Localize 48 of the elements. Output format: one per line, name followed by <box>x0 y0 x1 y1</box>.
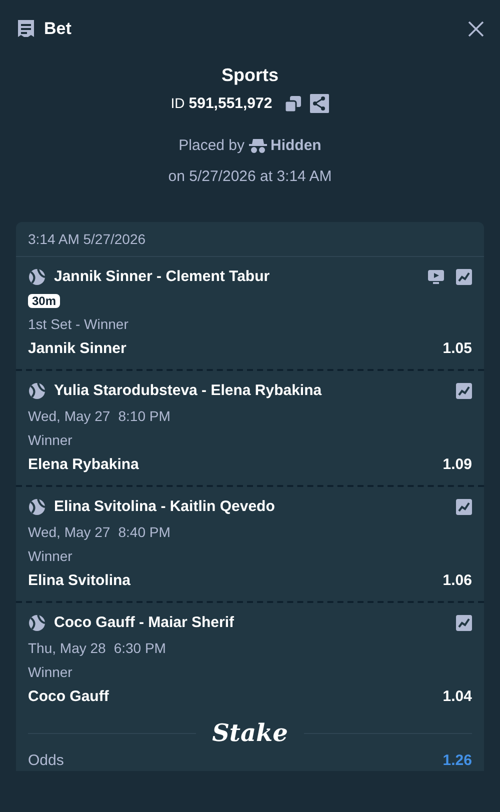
match-title[interactable]: Coco Gauff - Maiar Sherif <box>54 613 448 633</box>
live-stream-icon[interactable] <box>428 269 444 285</box>
stats-chart-icon[interactable] <box>456 269 472 285</box>
placed-date: on 5/27/2026 at 3:14 AM <box>168 166 332 186</box>
leg-odds: 1.05 <box>442 339 472 359</box>
tennis-ball-icon <box>28 268 46 286</box>
selection-name: Jannik Sinner <box>28 339 126 359</box>
selection-name: Elena Rybakina <box>28 455 139 475</box>
tennis-ball-icon <box>28 382 46 400</box>
tennis-ball-icon <box>28 498 46 516</box>
close-icon[interactable] <box>468 20 484 37</box>
stats-chart-icon[interactable] <box>456 615 472 631</box>
event-time: 8:10 PM <box>118 407 170 425</box>
total-odds: 1.26 <box>442 751 472 771</box>
copy-icon[interactable] <box>284 94 302 113</box>
stats-chart-icon[interactable] <box>456 499 472 515</box>
dialog-title: Bet <box>44 18 72 40</box>
brand-logo: Stake <box>211 717 289 749</box>
leg-odds: 1.04 <box>442 687 472 707</box>
event-date: Wed, May 27 <box>28 407 110 425</box>
receipt-icon <box>16 18 36 39</box>
match-title[interactable]: Jannik Sinner - Clement Tabur <box>54 267 420 287</box>
placed-by-label: Placed by <box>178 136 245 156</box>
market-name: Winner <box>28 663 74 681</box>
incognito-icon <box>248 138 267 154</box>
market-name: 1st Set - Winner <box>28 315 130 333</box>
market-name: Winner <box>28 547 74 565</box>
placed-by-user[interactable]: Hidden <box>270 135 322 158</box>
match-title[interactable]: Elina Svitolina - Kaitlin Qevedo <box>54 497 448 517</box>
event-date: Wed, May 27 <box>28 523 110 541</box>
slip-timestamp: 3:14 AM 5/27/2026 <box>16 222 484 257</box>
leg-odds: 1.09 <box>442 455 472 475</box>
tennis-ball-icon <box>28 614 46 632</box>
bet-type: Sports <box>221 64 278 87</box>
odds-label: Odds <box>28 751 64 771</box>
bet-id: 591,551,972 <box>188 94 272 114</box>
event-date: Thu, May 28 <box>28 639 106 657</box>
leg-odds: 1.06 <box>442 571 472 591</box>
event-time: 8:40 PM <box>118 523 170 541</box>
stats-chart-icon[interactable] <box>456 383 472 399</box>
event-time: 6:30 PM <box>114 639 166 657</box>
share-icon[interactable] <box>310 94 330 114</box>
match-title[interactable]: Yulia Starodubsteva - Elena Rybakina <box>54 381 448 401</box>
bet-id-label: ID <box>170 94 185 114</box>
market-name: Winner <box>28 431 74 449</box>
live-time-badge: 30m <box>28 294 60 308</box>
selection-name: Elina Svitolina <box>28 571 131 591</box>
selection-name: Coco Gauff <box>28 687 109 707</box>
